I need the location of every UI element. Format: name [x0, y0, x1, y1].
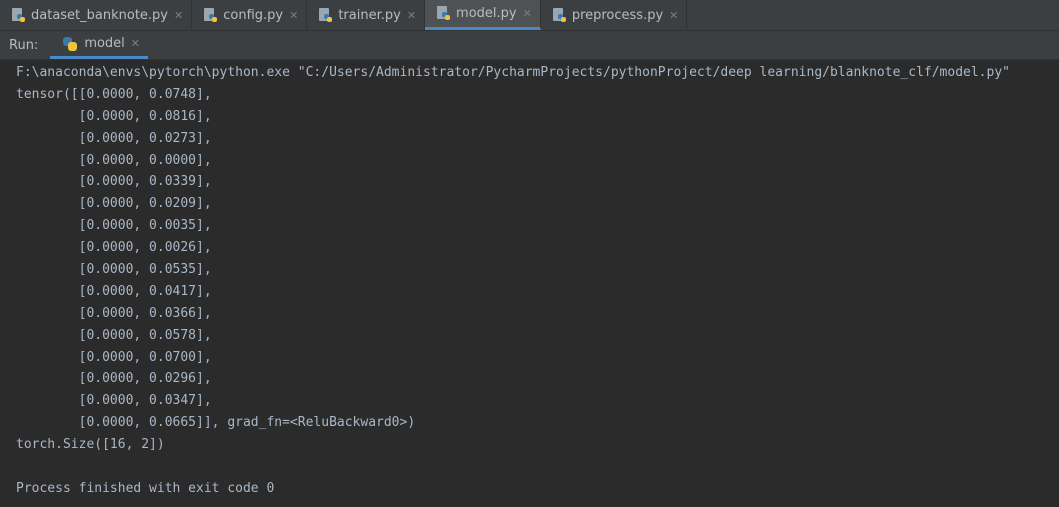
python-file-icon: [204, 7, 218, 23]
python-file-icon: [319, 7, 333, 23]
console-line: [0.0000, 0.0578],: [16, 327, 212, 343]
python-file-icon: [437, 6, 451, 21]
close-icon[interactable]: ✕: [523, 7, 532, 20]
console-line: [0.0000, 0.0209],: [16, 196, 212, 212]
python-logo-icon: [62, 36, 78, 52]
editor-tab-bar: dataset_banknote.py ✕ config.py ✕ traine…: [0, 0, 1059, 31]
run-tab-model[interactable]: model ✕: [50, 31, 149, 59]
console-line: torch.Size([16, 2]): [16, 437, 165, 453]
tab-model[interactable]: model.py ✕: [425, 0, 541, 30]
console-line: tensor([[0.0000, 0.0748],: [16, 86, 212, 102]
tab-label: model.py: [456, 6, 517, 21]
close-icon[interactable]: ✕: [669, 9, 678, 22]
tab-label: config.py: [223, 7, 284, 23]
tab-label: dataset_banknote.py: [31, 7, 169, 23]
console-line: [0.0000, 0.0035],: [16, 218, 212, 234]
console-line: [0.0000, 0.0347],: [16, 393, 212, 409]
console-line: [0.0000, 0.0339],: [16, 174, 212, 190]
close-icon[interactable]: ✕: [131, 37, 140, 50]
console-line: [0.0000, 0.0417],: [16, 283, 212, 299]
tab-preprocess[interactable]: preprocess.py ✕: [541, 0, 688, 30]
console-line: [0.0000, 0.0000],: [16, 152, 212, 168]
close-icon[interactable]: ✕: [407, 9, 416, 22]
run-label: Run:: [9, 37, 39, 53]
tab-config[interactable]: config.py ✕: [192, 0, 308, 30]
python-file-icon: [12, 7, 26, 23]
run-tab-label: model: [84, 36, 125, 51]
console-line: [0.0000, 0.0366],: [16, 305, 212, 321]
console-command-line: F:\anaconda\envs\pytorch\python.exe "C:/…: [16, 65, 1010, 80]
tab-trainer[interactable]: trainer.py ✕: [307, 0, 426, 30]
tab-label: preprocess.py: [571, 7, 664, 23]
console-line: [0.0000, 0.0273],: [16, 130, 212, 146]
console-line: [0.0000, 0.0026],: [16, 240, 212, 256]
console-output[interactable]: F:\anaconda\envs\pytorch\python.exe "C:/…: [0, 60, 1059, 507]
close-icon[interactable]: ✕: [174, 9, 183, 22]
console-line: [0.0000, 0.0665]], grad_fn=<ReluBackward…: [16, 415, 416, 431]
tab-label: trainer.py: [338, 7, 401, 23]
console-line: [0.0000, 0.0535],: [16, 262, 212, 278]
console-exit-line: Process finished with exit code 0: [16, 480, 275, 496]
tab-dataset-banknote[interactable]: dataset_banknote.py ✕: [0, 0, 193, 30]
console-line: [0.0000, 0.0816],: [16, 108, 212, 124]
close-icon[interactable]: ✕: [289, 9, 298, 22]
python-file-icon: [552, 7, 567, 23]
run-tool-window-header: Run: model ✕: [0, 31, 1059, 60]
console-line: [0.0000, 0.0700],: [16, 349, 212, 365]
console-line: [0.0000, 0.0296],: [16, 371, 212, 387]
